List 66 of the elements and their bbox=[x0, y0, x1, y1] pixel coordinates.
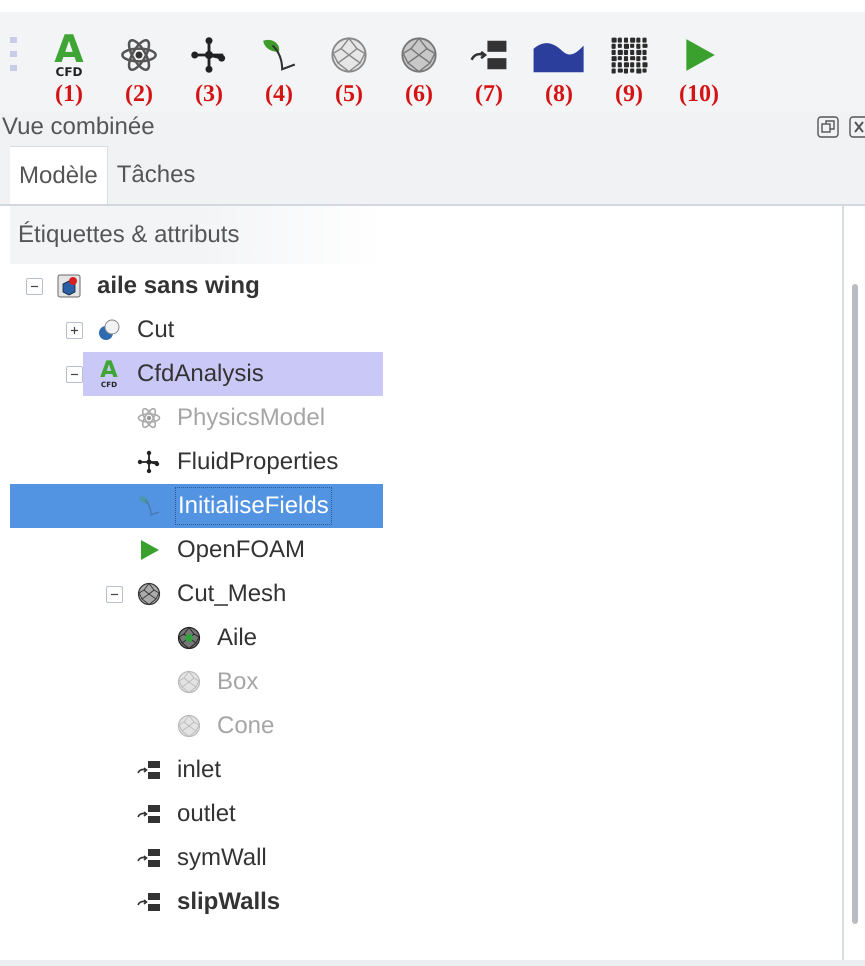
toolbar-button[interactable]: (5) bbox=[314, 28, 384, 106]
tree-row[interactable]: Aile bbox=[10, 616, 383, 660]
boundary-icon bbox=[137, 802, 161, 826]
toolbar-button[interactable]: (10) bbox=[664, 28, 734, 106]
toolbar-button[interactable]: (4) bbox=[244, 28, 314, 106]
tree-row[interactable]: aile sans wing bbox=[10, 264, 383, 308]
panel-title: Vue combinée bbox=[2, 112, 155, 142]
tree-label: Aile bbox=[216, 623, 258, 653]
expand-toggle[interactable] bbox=[66, 322, 82, 338]
plus-icon bbox=[70, 326, 78, 334]
sphere-icon bbox=[330, 36, 368, 74]
mesh-icon bbox=[610, 36, 648, 74]
sprout-icon bbox=[137, 494, 161, 518]
scrollbar[interactable] bbox=[852, 284, 858, 924]
tree-label: PhysicsModel bbox=[176, 403, 326, 433]
part-icon bbox=[57, 274, 81, 298]
tree-label: slipWalls bbox=[176, 887, 282, 917]
collapse-toggle[interactable] bbox=[26, 278, 42, 294]
tree-row[interactable]: outlet bbox=[10, 792, 383, 836]
toolbar-button[interactable]: (3) bbox=[174, 28, 244, 106]
tree-row[interactable]: Cut bbox=[10, 308, 383, 352]
sphere-icon bbox=[400, 36, 438, 74]
toolbar-button[interactable]: (7) bbox=[454, 28, 524, 106]
tree-row[interactable]: Cut_Mesh bbox=[10, 572, 383, 616]
tree-label: Cone bbox=[216, 711, 276, 741]
network-icon bbox=[137, 450, 161, 474]
column-header: Étiquettes & attributs bbox=[17, 220, 240, 250]
toolbar-button[interactable]: A CFD (1) bbox=[34, 28, 104, 106]
collapse-toggle[interactable] bbox=[66, 366, 82, 382]
tree-row[interactable]: inlet bbox=[10, 748, 383, 792]
tree-label: Box bbox=[216, 667, 260, 697]
boundary-icon bbox=[137, 846, 161, 870]
toolbar-button[interactable]: (9) bbox=[594, 28, 664, 106]
boundary-icon bbox=[137, 758, 161, 782]
tree-label: FluidProperties bbox=[176, 447, 340, 477]
cfd-logo-icon: A CFD bbox=[49, 32, 89, 78]
collapse-toggle[interactable] bbox=[106, 586, 122, 602]
sphere-icon bbox=[177, 670, 201, 694]
sphere-icon bbox=[177, 626, 201, 650]
tree-row[interactable]: OpenFOAM bbox=[10, 528, 383, 572]
tree-row[interactable]: FluidProperties bbox=[10, 440, 383, 484]
tree-label: outlet bbox=[176, 799, 237, 829]
tree-label: aile sans wing bbox=[96, 271, 261, 301]
tree-row[interactable]: slipWalls bbox=[10, 880, 383, 924]
tree-label: Cut_Mesh bbox=[176, 579, 288, 609]
atom-icon bbox=[120, 36, 158, 74]
cut-shapes-icon bbox=[97, 318, 121, 342]
toolbar-button[interactable]: (8) bbox=[524, 28, 594, 106]
toolbar-button[interactable]: (6) bbox=[384, 28, 454, 106]
tree-label: OpenFOAM bbox=[176, 535, 306, 565]
tree-label: Cut bbox=[136, 315, 176, 345]
tab[interactable]: Modèle bbox=[10, 146, 108, 204]
tree-label: InitialiseFields bbox=[175, 487, 332, 525]
tree-label: CfdAnalysis bbox=[136, 359, 265, 389]
float-icon[interactable] bbox=[817, 116, 839, 138]
tree-row[interactable]: symWall bbox=[10, 836, 383, 880]
close-icon[interactable] bbox=[849, 116, 865, 138]
toolbar-button[interactable]: (2) bbox=[104, 28, 174, 106]
sphere-icon bbox=[137, 582, 161, 606]
boundary-icon bbox=[137, 890, 161, 914]
tree-label: inlet bbox=[176, 755, 222, 785]
tree-label: symWall bbox=[176, 843, 268, 873]
network-icon bbox=[190, 36, 228, 74]
sphere-icon bbox=[177, 714, 201, 738]
atom-icon bbox=[137, 406, 161, 430]
tab[interactable]: Tâches bbox=[108, 146, 204, 204]
